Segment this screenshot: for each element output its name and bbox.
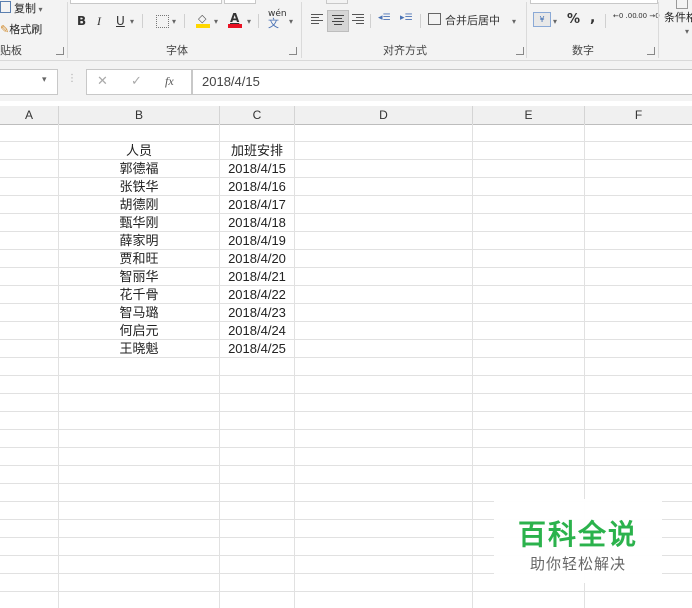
date-cell[interactable]: 2018/4/15: [220, 160, 294, 177]
date-cell[interactable]: 2018/4/21: [220, 268, 294, 285]
date-cell[interactable]: 2018/4/24: [220, 322, 294, 339]
date-cell[interactable]: 2018/4/25: [220, 340, 294, 357]
watermark: 百科全说 助你轻松解决: [494, 499, 662, 583]
person-cell[interactable]: 智马璐: [59, 304, 219, 321]
person-cell[interactable]: 王晓魁: [59, 340, 219, 357]
header-cell-overtime[interactable]: 加班安排: [220, 142, 294, 159]
date-cell[interactable]: 2018/4/17: [220, 196, 294, 213]
person-cell[interactable]: 张铁华: [59, 178, 219, 195]
date-cell[interactable]: 2018/4/22: [220, 286, 294, 303]
date-cell[interactable]: 2018/4/20: [220, 250, 294, 267]
person-cell[interactable]: 甄华刚: [59, 214, 219, 231]
date-cell[interactable]: 2018/4/23: [220, 304, 294, 321]
watermark-title: 百科全说: [517, 518, 638, 551]
header-cell-person[interactable]: 人员: [59, 142, 219, 159]
person-cell[interactable]: 胡德刚: [59, 196, 219, 213]
date-cell[interactable]: 2018/4/18: [220, 214, 294, 231]
person-cell[interactable]: 何启元: [59, 322, 219, 339]
watermark-subtitle: 助你轻松解决: [529, 555, 626, 573]
person-cell[interactable]: 花千骨: [59, 286, 219, 303]
person-cell[interactable]: 智丽华: [59, 268, 219, 285]
person-cell[interactable]: 薛家明: [59, 232, 219, 249]
person-cell[interactable]: 郭德福: [59, 160, 219, 177]
date-cell[interactable]: 2018/4/16: [220, 178, 294, 195]
date-cell[interactable]: 2018/4/19: [220, 232, 294, 249]
person-cell[interactable]: 贾和旺: [59, 250, 219, 267]
